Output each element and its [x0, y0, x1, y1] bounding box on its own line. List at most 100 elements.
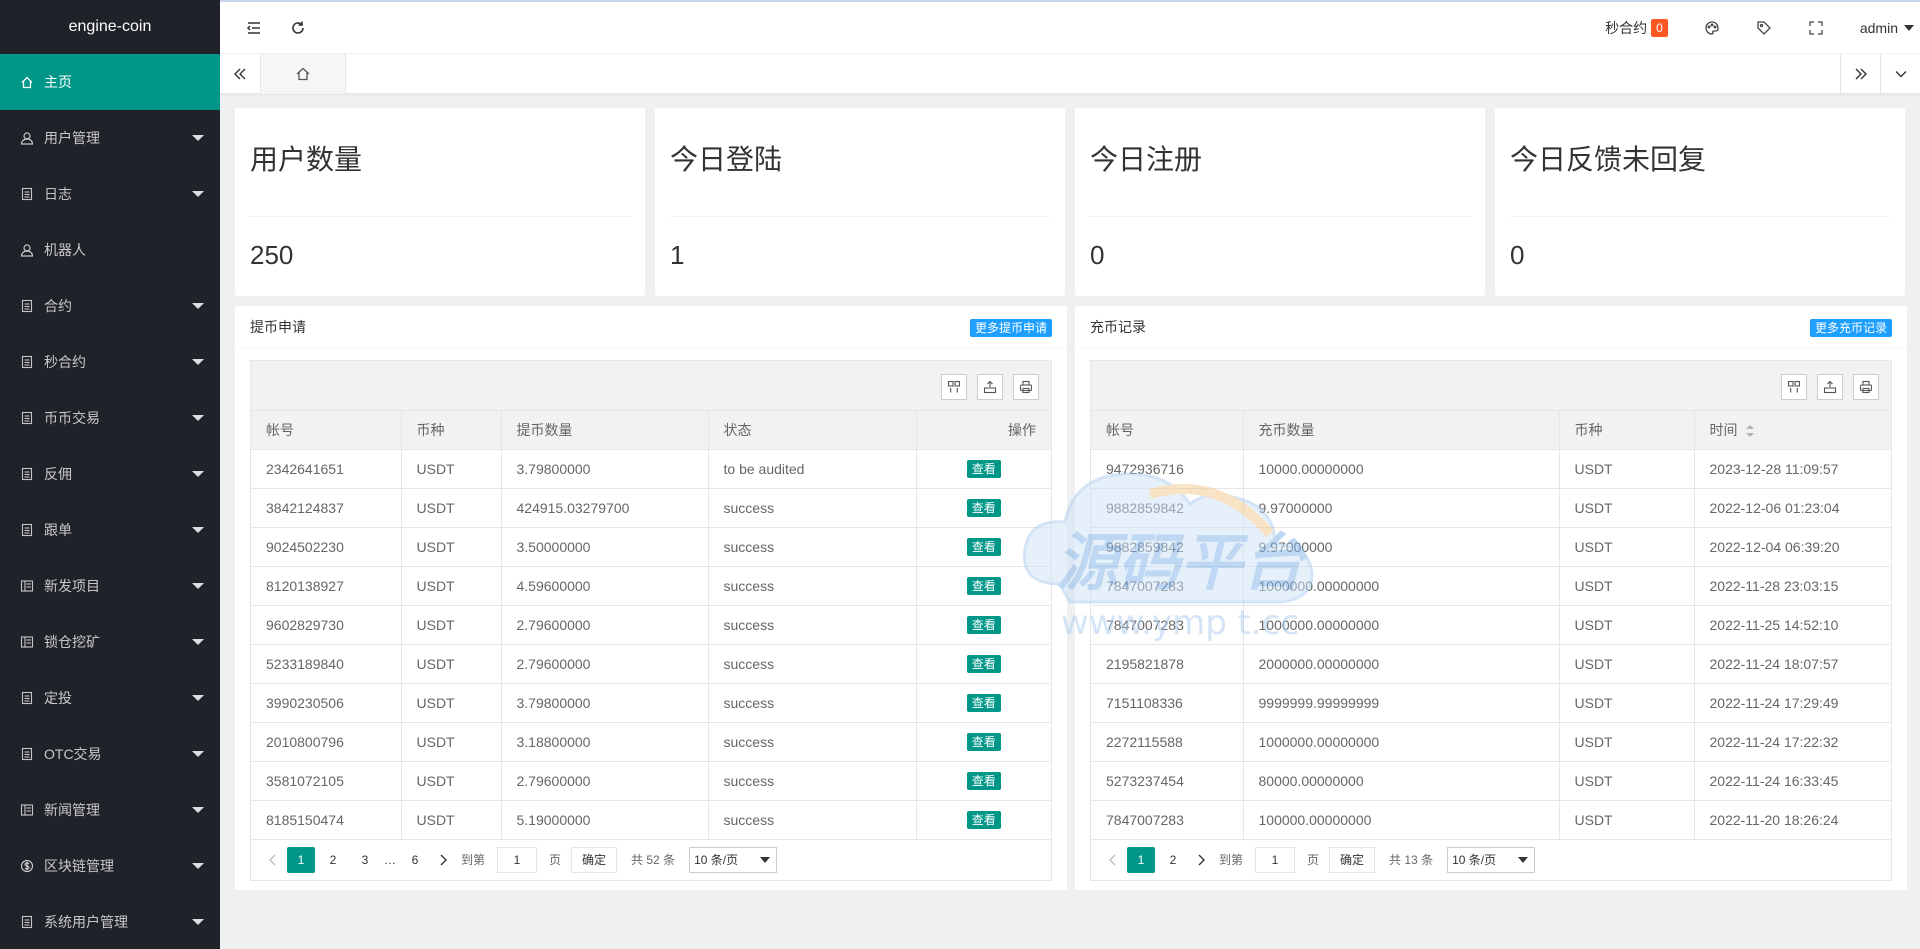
more-deposit-button[interactable]: 更多充币记录 [1809, 319, 1892, 337]
sidebar-item-label: 日志 [44, 186, 72, 202]
tabs-scroll-right-button[interactable] [1840, 54, 1880, 94]
page-size-select[interactable]: 10 条/页 [689, 846, 778, 873]
table-cell: 2022-11-20 18:26:24 [1694, 800, 1891, 840]
page-number-button[interactable]: 6 [401, 847, 429, 873]
user-menu[interactable]: admin [1842, 2, 1920, 54]
view-button[interactable]: 查看 [966, 732, 1001, 751]
table-row: 2342641651 USDT 3.79800000 to be audited 查看 [251, 449, 1051, 489]
prev-page-button[interactable] [1101, 848, 1125, 872]
page-number-button[interactable]: 2 [319, 847, 347, 873]
theme-button[interactable] [1686, 2, 1738, 54]
file-icon [20, 299, 34, 313]
file-icon [20, 355, 34, 369]
table-cell: 3.79800000 [501, 449, 709, 489]
column-header-label: 操作 [1008, 421, 1036, 438]
app-logo[interactable]: engine-coin [0, 0, 220, 54]
table-cell: success [708, 605, 917, 645]
export-button[interactable] [1817, 374, 1843, 400]
goto-confirm-button[interactable]: 确定 [1329, 846, 1376, 873]
sidebar-item-6[interactable]: 币币交易 [0, 390, 220, 446]
chevron-right-icon [1198, 854, 1205, 865]
action-cell: 查看 [916, 722, 1051, 762]
more-withdraw-button[interactable]: 更多提币申请 [969, 319, 1052, 337]
tabs-menu-button[interactable] [1880, 54, 1920, 94]
sidebar-item-2[interactable]: 日志 [0, 166, 220, 222]
next-page-button[interactable] [1189, 848, 1213, 872]
page-number-button[interactable]: 3 [351, 847, 379, 873]
refresh-button[interactable] [284, 14, 312, 42]
second-contract-notice[interactable]: 秒合约 0 [1587, 2, 1686, 54]
file-icon [20, 411, 34, 425]
sidebar-item-12[interactable]: OTC交易 [0, 726, 220, 782]
table-cell: 1000000.00000000 [1243, 722, 1560, 762]
sidebar-item-0[interactable]: 主页 [0, 54, 220, 110]
stat-card-feedback-unreplied: 今日反馈未回复 0 [1495, 108, 1905, 296]
view-button[interactable]: 查看 [966, 615, 1001, 634]
page-number-button[interactable]: 1 [287, 846, 315, 873]
menu-toggle-button[interactable] [240, 14, 268, 42]
goto-page-input[interactable]: 1 [497, 846, 538, 873]
column-header-label: 充币数量 [1258, 421, 1315, 438]
sidebar-item-13[interactable]: 新闻管理 [0, 782, 220, 838]
sidebar-item-8[interactable]: 跟单 [0, 502, 220, 558]
view-button[interactable]: 查看 [966, 576, 1001, 595]
page-size-select[interactable]: 10 条/页 [1447, 846, 1536, 873]
export-button[interactable] [977, 374, 1003, 400]
prev-page-button[interactable] [261, 848, 285, 872]
print-button[interactable] [1853, 374, 1879, 400]
table-cell: 2022-11-28 23:03:15 [1694, 566, 1891, 606]
tag-button[interactable] [1738, 2, 1790, 54]
sidebar-item-14[interactable]: 区块链管理 [0, 838, 220, 894]
table-cell: 2022-11-25 14:52:10 [1694, 605, 1891, 645]
view-button[interactable]: 查看 [966, 654, 1001, 673]
table-cell: 9602829730 [251, 605, 402, 645]
goto-confirm-button[interactable]: 确定 [571, 846, 618, 873]
tab-home[interactable] [260, 54, 346, 94]
columns-filter-button[interactable] [1781, 374, 1807, 400]
table-cell: 7847007283 [1091, 566, 1244, 606]
sidebar-item-15[interactable]: 系统用户管理 [0, 894, 220, 949]
view-button[interactable]: 查看 [966, 459, 1001, 478]
view-button[interactable]: 查看 [966, 537, 1001, 556]
sidebar-item-7[interactable]: 反佣 [0, 446, 220, 502]
table-row: 3842124837 USDT 424915.03279700 success 查看 [251, 488, 1051, 528]
next-page-button[interactable] [431, 848, 455, 872]
action-cell: 查看 [916, 566, 1051, 606]
table-cell: 2022-11-24 17:22:32 [1694, 722, 1891, 762]
view-button[interactable]: 查看 [966, 771, 1001, 790]
sidebar-item-5[interactable]: 秒合约 [0, 334, 220, 390]
sidebar-item-9[interactable]: 新发项目 [0, 558, 220, 614]
sidebar-item-11[interactable]: 定投 [0, 670, 220, 726]
columns-filter-button[interactable] [941, 374, 967, 400]
goto-page-input[interactable]: 1 [1255, 846, 1296, 873]
table-row: 5273237454 80000.00000000 USDT 2022-11-24 1… [1091, 761, 1891, 801]
sidebar-item-10[interactable]: 锁仓挖矿 [0, 614, 220, 670]
page-number-button[interactable]: 2 [1159, 847, 1187, 873]
page-number-button[interactable]: 1 [1127, 846, 1155, 873]
sidebar-item-1[interactable]: 用户管理 [0, 110, 220, 166]
view-button[interactable]: 查看 [966, 693, 1001, 712]
total-count: 共 52 条 [631, 853, 676, 867]
view-button[interactable]: 查看 [966, 810, 1001, 829]
table-row: 8185150474 USDT 5.19000000 success 查看 [251, 800, 1051, 840]
table-cell: 7847007283 [1091, 605, 1244, 645]
action-cell: 查看 [916, 800, 1051, 840]
table-cell: 2022-12-04 06:39:20 [1694, 527, 1891, 567]
table-cell: 5.19000000 [501, 800, 709, 840]
column-header[interactable]: 时间 [1694, 411, 1891, 450]
tabs-scroll-left-button[interactable] [220, 54, 260, 94]
divider [1510, 216, 1890, 217]
fullscreen-button[interactable] [1790, 2, 1842, 54]
sidebar-item-3[interactable]: 机器人 [0, 222, 220, 278]
table-cell: 2.79600000 [501, 605, 709, 645]
sidebar-item-4[interactable]: 合约 [0, 278, 220, 334]
print-button[interactable] [1013, 374, 1039, 400]
table-cell: 2342641651 [251, 449, 402, 489]
view-button[interactable]: 查看 [966, 498, 1001, 517]
table-cell: success [708, 800, 917, 840]
table-row: 7847007283 100000.00000000 USDT 2022-11-20 … [1091, 800, 1891, 840]
deposit-pagination: 1 2 到第 1 页确定共 13 条 10 条/页 [1091, 840, 1891, 880]
user-name: admin [1859, 20, 1898, 36]
sidebar-item-label: 机器人 [44, 242, 86, 258]
sort-icon[interactable] [1745, 425, 1754, 438]
